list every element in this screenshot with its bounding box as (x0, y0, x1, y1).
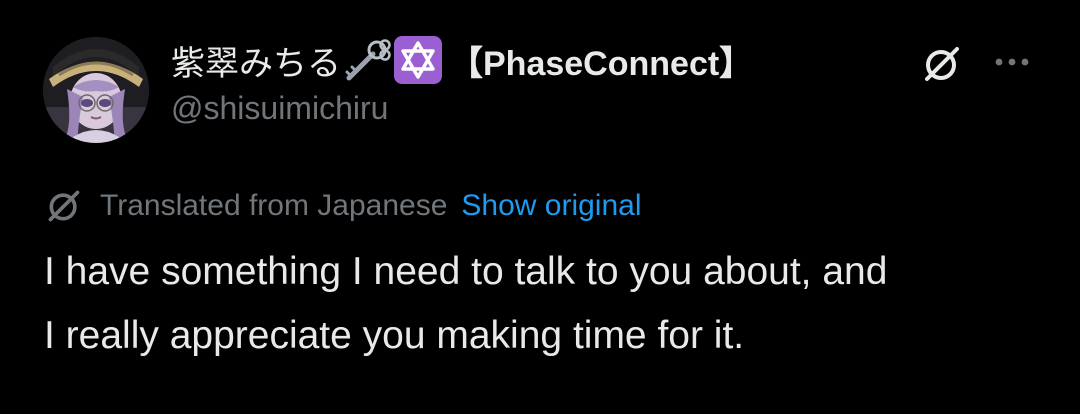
grok-translate-icon (44, 186, 84, 226)
grok-button[interactable] (918, 40, 966, 88)
key-emoji-icon (343, 38, 391, 82)
translation-notice: Translated from Japanese Show original (44, 184, 642, 228)
translation-label: Translated from Japanese (100, 189, 448, 222)
author-display-name[interactable]: 紫翠みちる (171, 36, 341, 85)
more-options-button[interactable] (990, 45, 1036, 79)
more-horizontal-icon (995, 58, 1029, 66)
post: 紫翠みちる 【PhaseConnect】 @shisuimichiru Tran… (0, 0, 1080, 414)
author-affiliation[interactable]: 【PhaseConnect】 (449, 36, 753, 85)
avatar[interactable] (43, 37, 149, 143)
grok-icon (925, 47, 959, 81)
post-text: I have something I need to talk to you a… (44, 250, 888, 357)
author-handle[interactable]: @shisuimichiru (171, 90, 388, 127)
show-original-link[interactable]: Show original (461, 189, 641, 223)
star-of-david-emoji-icon (393, 35, 443, 85)
author-display-name-row[interactable]: 紫翠みちる 【PhaseConnect】 (171, 34, 753, 86)
